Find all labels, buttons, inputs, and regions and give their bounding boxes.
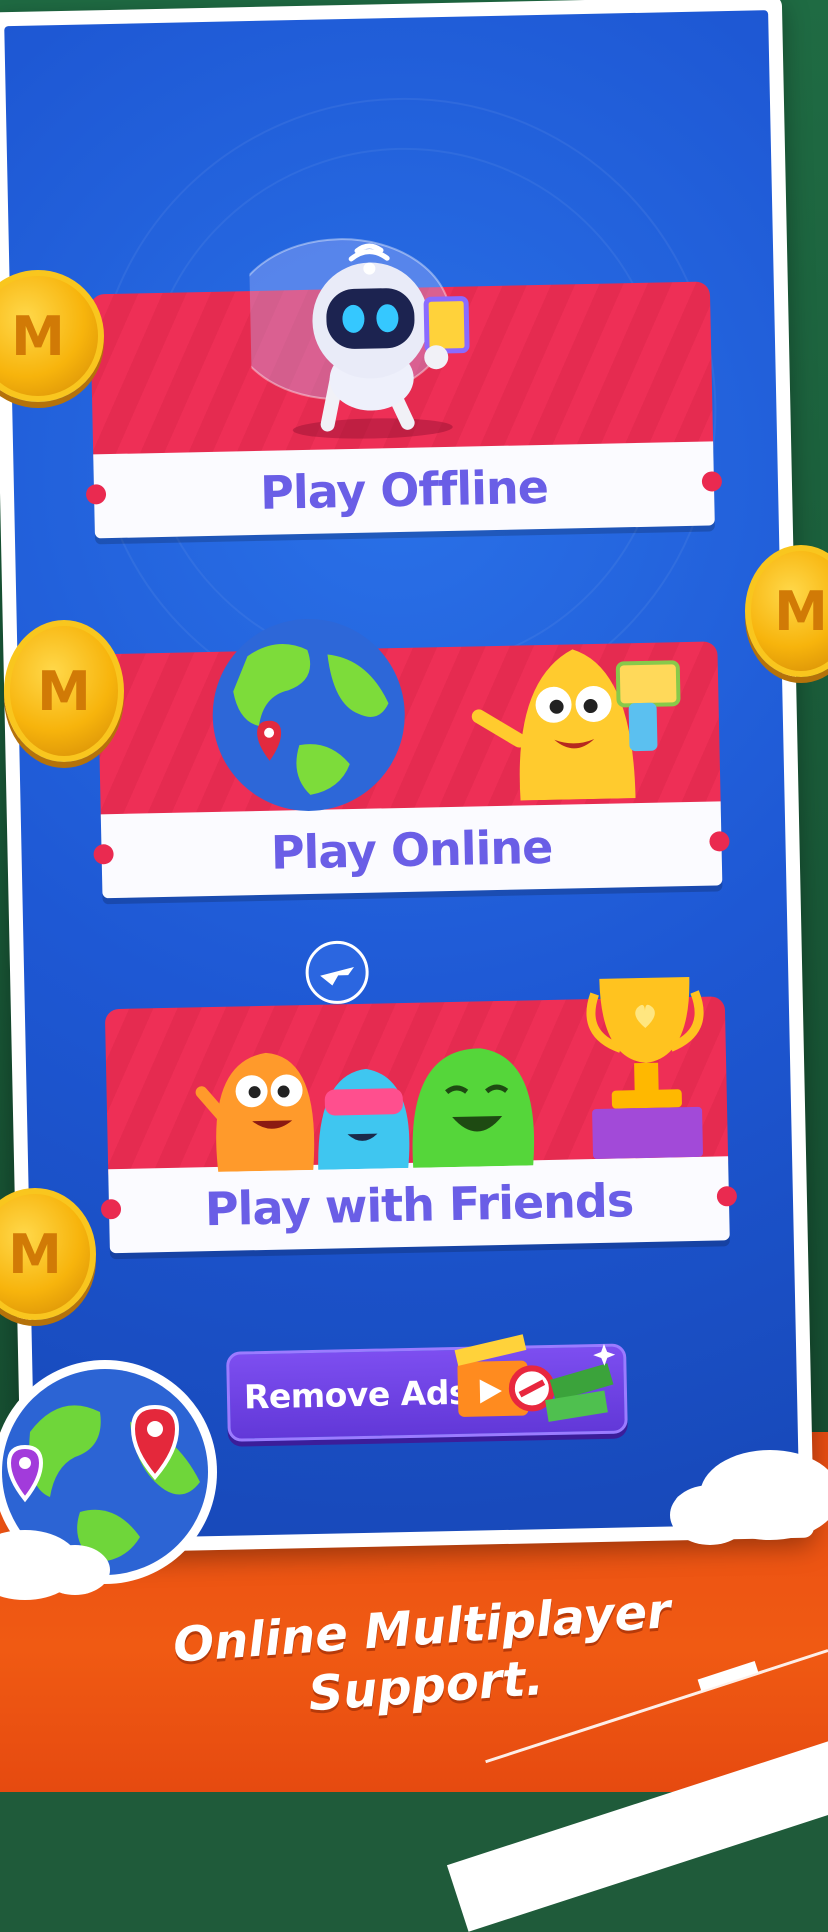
decorative-road-stripe: [446, 1735, 828, 1932]
friends-characters-icon: [195, 1048, 534, 1172]
trophy-icon: [586, 977, 704, 1159]
coin-symbol: M: [37, 659, 91, 723]
play-online-label: Play Online: [270, 819, 553, 880]
card-label-area: Play Offline: [93, 441, 715, 539]
phone-frame: Play Offline Play Online Play with Frien…: [0, 0, 815, 1555]
play-with-friends-label: Play with Friends: [204, 1173, 634, 1237]
plane-badge-icon: [305, 940, 369, 1004]
play-offline-button[interactable]: Play Offline: [85, 238, 723, 544]
robot-icon: [248, 238, 470, 439]
play-with-friends-button[interactable]: Play with Friends: [100, 940, 738, 1259]
cloud: [40, 1545, 110, 1595]
card-label-area: Play Online: [100, 801, 723, 899]
card-notch: [709, 831, 730, 852]
coin-symbol: M: [11, 304, 65, 368]
coin-symbol: M: [8, 1222, 62, 1286]
globe-icon: [212, 618, 405, 811]
coin-symbol: M: [774, 579, 828, 643]
remove-ads-button[interactable]: Remove Ads: [226, 1334, 628, 1442]
card-notch: [716, 1186, 738, 1207]
coin-icon: M: [4, 620, 124, 762]
cloud: [674, 1493, 700, 1519]
play-online-button[interactable]: Play Online: [93, 618, 730, 904]
remove-ads-label: Remove Ads: [243, 1372, 469, 1416]
play-offline-label: Play Offline: [259, 459, 549, 520]
mascot-icon: [471, 649, 681, 801]
game-menu-screen: Play Offline Play Online Play with Frien…: [4, 10, 800, 1540]
no-ads-icon: [454, 1334, 616, 1422]
card-notch: [701, 471, 723, 492]
